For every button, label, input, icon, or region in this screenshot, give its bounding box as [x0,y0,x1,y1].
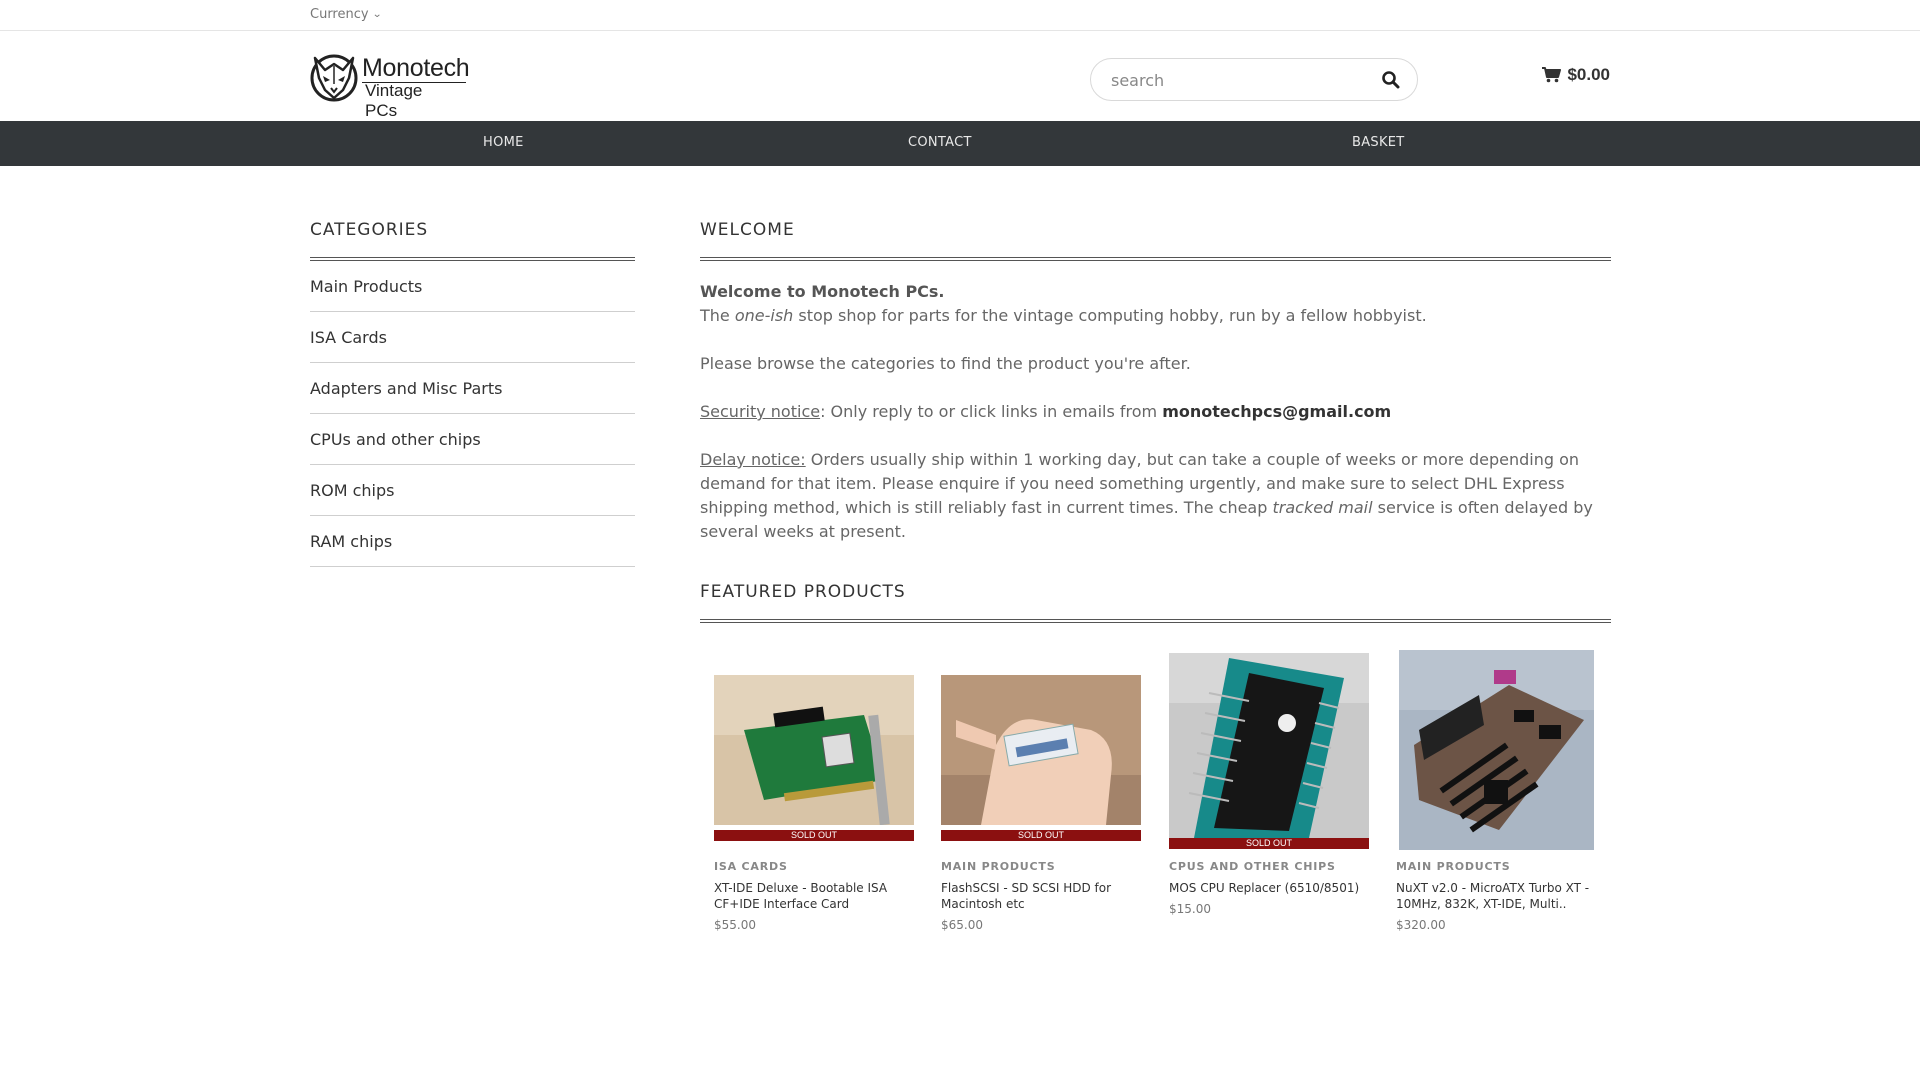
product-category: CPUS AND OTHER CHIPS [1169,860,1336,873]
nav-item-home[interactable]: HOME [483,135,524,150]
category-main-products[interactable]: Main Products [310,261,635,312]
search-input[interactable] [1111,69,1371,91]
categories-sidebar: CATEGORIES Main Products ISA Cards Adapt… [310,220,635,567]
currency-dropdown[interactable]: Currency ⌄ [310,7,382,22]
intro-text-em: one-ish [734,306,794,325]
product-image[interactable] [714,675,914,825]
sold-out-badge: SOLD OUT [941,830,1141,841]
delay-notice-em: tracked mail [1272,498,1373,517]
nav-item-contact[interactable]: CONTACT [908,135,972,150]
top-bar: Currency ⌄ [0,0,1920,31]
product-price: $15.00 [1169,902,1211,916]
product-name[interactable]: NuXT v2.0 - MicroATX Turbo XT - 10MHz, 8… [1396,880,1596,912]
featured-products: SOLD OUT ISA CARDS XT-IDE Deluxe - Boota… [714,650,1604,940]
logo-subtitle: Vintage PCs [365,81,423,120]
chevron-down-icon: ⌄ [371,9,382,20]
product-image[interactable] [1169,653,1369,838]
logo-title: Monotech [362,54,470,82]
search-box [1090,58,1418,101]
featured-section: FEATURED PRODUCTS [700,582,1611,623]
product-price: $55.00 [714,918,756,932]
nuxt-board-photo [1399,650,1594,850]
welcome-intro: Welcome to Monotech PCs. The one-ish sto… [700,280,1611,328]
sold-out-badge: SOLD OUT [714,830,914,841]
category-adapters-misc[interactable]: Adapters and Misc Parts [310,363,635,414]
product-image[interactable] [941,675,1141,825]
intro-text-post: stop shop for parts for the vintage comp… [793,306,1427,325]
category-cpus[interactable]: CPUs and other chips [310,414,635,465]
flashscsi-photo [941,675,1141,825]
cart-button[interactable]: $0.00 [1542,65,1610,85]
intro-text-pre: The [700,306,735,325]
product-name[interactable]: XT-IDE Deluxe - Bootable ISA CF+IDE Inte… [714,880,914,912]
main-nav: HOME CONTACT BASKET [0,121,1920,166]
product-price: $320.00 [1396,918,1446,932]
security-notice-label: Security notice [700,402,821,421]
product-image[interactable] [1399,650,1594,850]
isa-card-photo [714,675,914,825]
wolf-logo-icon [310,54,358,102]
featured-title: FEATURED PRODUCTS [700,582,1611,623]
security-notice-text: : Only reply to or click links in emails… [820,402,1163,421]
category-isa-cards[interactable]: ISA Cards [310,312,635,363]
welcome-title: WELCOME [700,220,1611,261]
cart-total: $0.00 [1567,65,1610,84]
shopping-cart-icon [1542,67,1562,83]
welcome-heading: Welcome to Monotech PCs. [700,282,945,301]
product-category: ISA CARDS [714,860,788,873]
category-ram-chips[interactable]: RAM chips [310,516,635,567]
categories-list: Main Products ISA Cards Adapters and Mis… [310,261,635,567]
product-price: $65.00 [941,918,983,932]
product-name[interactable]: FlashSCSI - SD SCSI HDD for Macintosh et… [941,880,1141,912]
currency-label: Currency [310,7,369,22]
welcome-body: Welcome to Monotech PCs. The one-ish sto… [700,280,1611,544]
product-name[interactable]: MOS CPU Replacer (6510/8501) [1169,880,1369,896]
delay-notice: Delay notice: Orders usually ship within… [700,448,1611,544]
browse-text: Please browse the categories to find the… [700,354,1191,373]
search-icon[interactable] [1381,70,1401,90]
site-header: Monotech Vintage PCs $0.00 [0,31,1920,121]
welcome-section: WELCOME Welcome to Monotech PCs. The one… [700,220,1611,568]
nav-item-basket[interactable]: BASKET [1352,135,1405,150]
site-logo[interactable]: Monotech Vintage PCs [309,50,470,120]
security-email: monotechpcs@gmail.com [1162,402,1392,421]
categories-title: CATEGORIES [310,220,635,261]
sold-out-badge: SOLD OUT [1169,838,1369,849]
product-category: MAIN PRODUCTS [941,860,1056,873]
security-notice: Security notice: Only reply to or click … [700,400,1611,424]
product-category: MAIN PRODUCTS [1396,860,1511,873]
cpu-replacer-photo [1169,653,1369,838]
delay-notice-label: Delay notice: [700,450,806,469]
category-rom-chips[interactable]: ROM chips [310,465,635,516]
